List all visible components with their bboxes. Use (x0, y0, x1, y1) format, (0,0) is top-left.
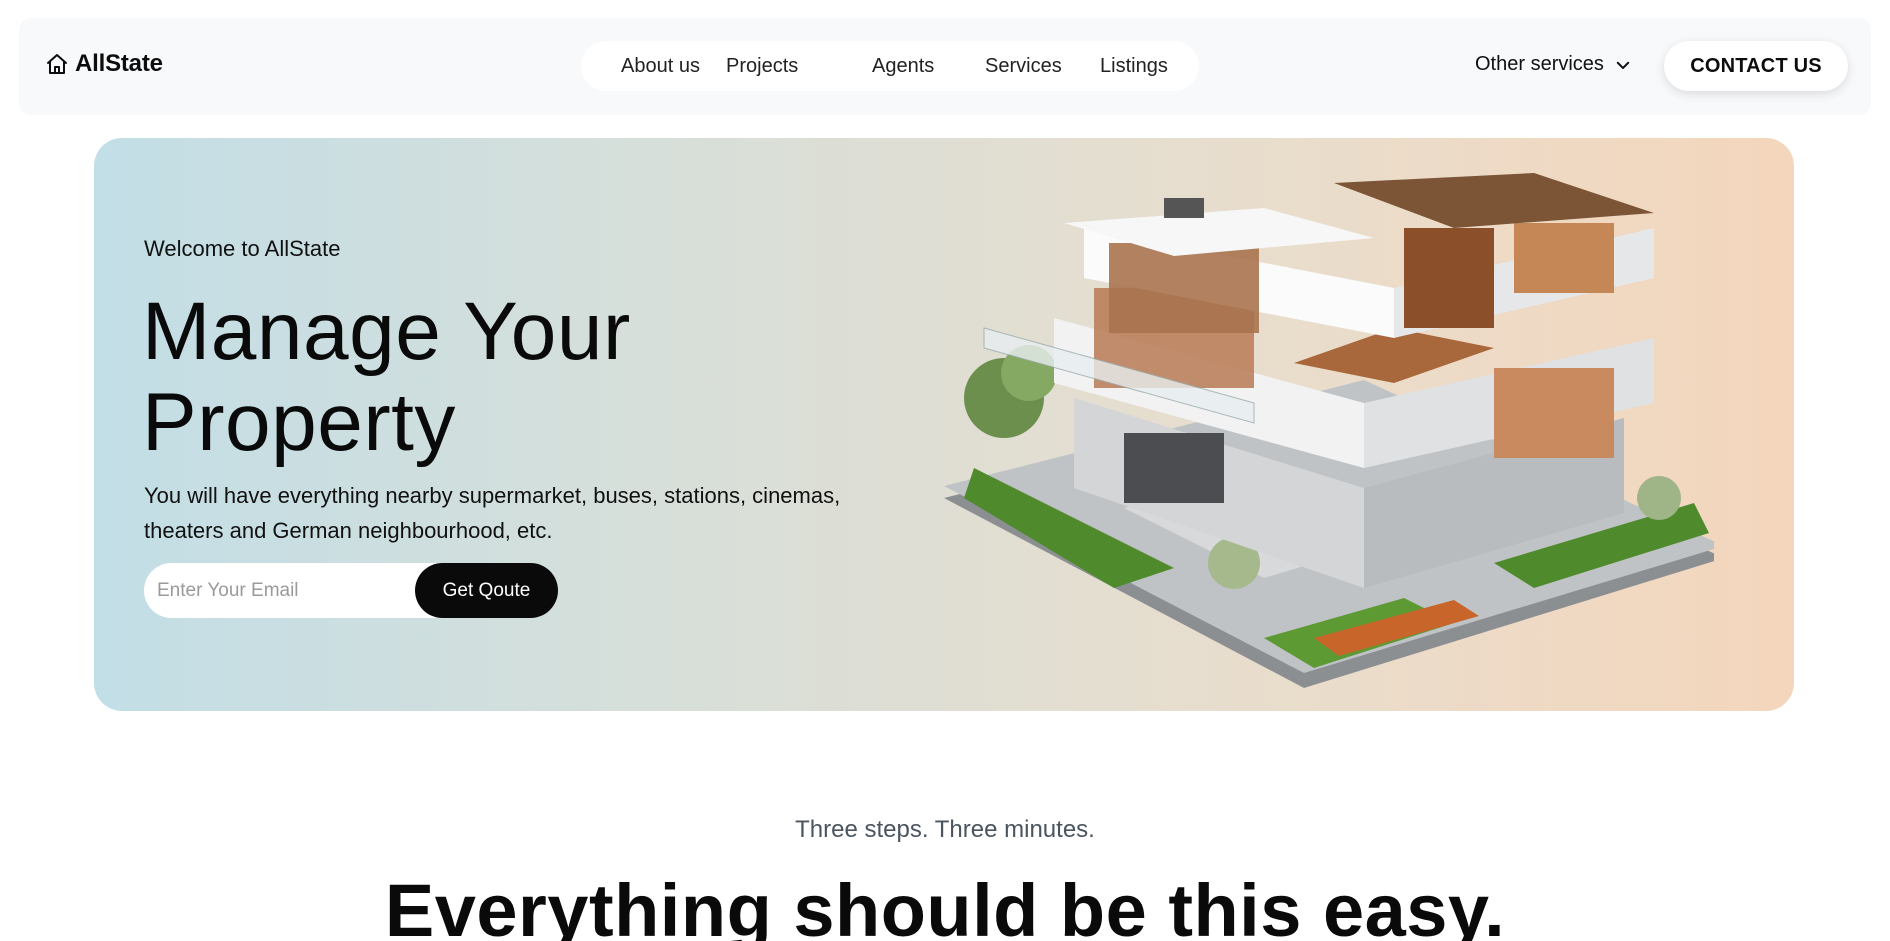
nav-agents[interactable]: Agents (872, 55, 934, 78)
steps-title: Everything should be this easy. (384, 869, 1506, 941)
chevron-down-icon (1614, 56, 1632, 74)
logo[interactable]: AllState (45, 50, 163, 78)
home-icon (45, 52, 69, 76)
house-illustration (944, 173, 1714, 688)
nav-projects[interactable]: Projects (726, 55, 798, 78)
hero-section: Welcome to AllState Manage Your Property… (94, 138, 1794, 711)
other-services-label: Other services (1475, 53, 1604, 75)
get-quote-button[interactable]: Get Qoute (415, 563, 558, 618)
other-services-dropdown[interactable]: Other services (1475, 53, 1632, 76)
nav-about-us[interactable]: About us (621, 55, 700, 78)
hero-title-line2: Property (142, 377, 456, 468)
email-field[interactable] (144, 563, 444, 618)
hero-title: Manage Your Property (142, 286, 842, 468)
hero-title-line1: Manage Your (142, 286, 631, 377)
nav-listings[interactable]: Listings (1100, 55, 1168, 78)
hero-description: You will have everything nearby supermar… (144, 483, 841, 543)
contact-us-button[interactable]: CONTACT US (1664, 41, 1848, 91)
main-nav: About us Projects Agents Services Listin… (581, 41, 1199, 91)
email-signup: Get Qoute (144, 563, 558, 618)
site-header: AllState About us Projects Agents Servic… (19, 18, 1871, 115)
nav-services[interactable]: Services (985, 55, 1062, 78)
steps-subtitle: Three steps. Three minutes. (795, 816, 1095, 843)
logo-text: AllState (75, 50, 163, 77)
page: AllState About us Projects Agents Servic… (0, 0, 1890, 941)
hero-welcome: Welcome to AllState (144, 236, 341, 261)
